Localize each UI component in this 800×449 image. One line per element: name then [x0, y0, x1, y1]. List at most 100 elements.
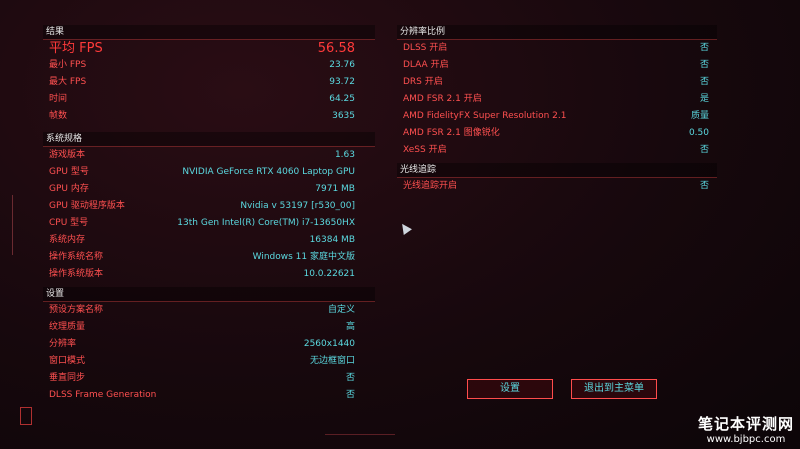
avg-fps-value: 56.58: [317, 41, 355, 56]
scaling-label: AMD FSR 2.1 图像锐化: [403, 128, 500, 138]
ray-tracing-value: 否: [699, 181, 709, 191]
stat-value: 23.76: [329, 60, 355, 70]
scaling-value: 否: [699, 60, 709, 70]
spec-label: GPU 内存: [49, 184, 89, 194]
resolution-scaling-panel: 分辨率比例 DLSS 开启否 DLAA 开启否 DRS 开启否 AMD FSR …: [397, 25, 717, 159]
spec-value: NVIDIA GeForce RTX 4060 Laptop GPU: [182, 167, 355, 177]
setting-row: 垂直同步 否: [43, 370, 375, 387]
spec-label: GPU 型号: [49, 167, 89, 177]
setting-value: 自定义: [327, 305, 355, 315]
stat-value: 3635: [332, 111, 355, 121]
ray-tracing-row: 光线追踪开启 否: [397, 178, 717, 195]
spec-label: 系统内存: [49, 235, 86, 245]
settings-panel: 设置 预设方案名称 自定义 纹理质量 高 分辨率 2560x1440 窗口模式 无边框窗…: [43, 287, 375, 404]
spec-label: 操作系统名称: [49, 252, 104, 262]
setting-label: 窗口模式: [49, 356, 86, 366]
stat-label: 时间: [49, 94, 68, 104]
spec-row: 操作系统名称 Windows 11 家庭中文版: [43, 249, 375, 266]
setting-value: 否: [345, 373, 355, 383]
scaling-value: 否: [699, 43, 709, 53]
settings-button[interactable]: 设置: [467, 379, 553, 399]
scaling-label: DLAA 开启: [403, 60, 449, 70]
scaling-label: XeSS 开启: [403, 145, 447, 155]
scaling-row: DLSS 开启 否: [397, 40, 717, 57]
scaling-value: 质量: [690, 111, 709, 121]
setting-row: 纹理质量 高: [43, 319, 375, 336]
watermark: 笔记本评测网 www.bjbpc.com: [698, 413, 794, 445]
ray-tracing-panel: 光线追踪 光线追踪开启 否: [397, 163, 717, 195]
setting-value: 否: [345, 390, 355, 400]
setting-label: 垂直同步: [49, 373, 86, 383]
resolution-scaling-header: 分辨率比例: [397, 25, 717, 40]
stat-row: 最小 FPS 23.76: [43, 57, 375, 74]
setting-label: DLSS Frame Generation: [49, 390, 157, 400]
setting-value: 高: [345, 322, 355, 332]
stat-row: 最大 FPS 93.72: [43, 74, 375, 91]
setting-row: 分辨率 2560x1440: [43, 336, 375, 353]
spec-row: GPU 内存 7971 MB: [43, 181, 375, 198]
scaling-label: AMD FidelityFX Super Resolution 2.1: [403, 111, 567, 121]
spec-label: CPU 型号: [49, 218, 89, 228]
scaling-row: AMD FSR 2.1 图像锐化 0.50: [397, 125, 717, 142]
spec-value: Nvidia v 53197 [r530_00]: [240, 201, 355, 211]
stat-label: 最小 FPS: [49, 60, 87, 70]
setting-value: 2560x1440: [303, 339, 355, 349]
settings-header: 设置: [43, 287, 375, 302]
bottom-decoration: [325, 434, 395, 439]
exit-to-main-menu-button[interactable]: 退出到主菜单: [571, 379, 657, 399]
setting-row: 预设方案名称 自定义: [43, 302, 375, 319]
spec-label: GPU 驱动程序版本: [49, 201, 125, 211]
scaling-row: AMD FidelityFX Super Resolution 2.1 质量: [397, 108, 717, 125]
scaling-row: XeSS 开启 否: [397, 142, 717, 159]
setting-value: 无边框窗口: [309, 356, 355, 366]
scaling-label: DLSS 开启: [403, 43, 448, 53]
setting-label: 纹理质量: [49, 322, 86, 332]
spec-row: 游戏版本 1.63: [43, 147, 375, 164]
watermark-title: 笔记本评测网: [697, 415, 794, 433]
stat-value: 93.72: [329, 77, 355, 87]
scaling-row: AMD FSR 2.1 开启 是: [397, 91, 717, 108]
scaling-label: DRS 开启: [403, 77, 443, 87]
scaling-value: 是: [699, 94, 709, 104]
mouse-cursor-icon: [398, 221, 412, 235]
setting-label: 预设方案名称: [49, 305, 104, 315]
spec-value: Windows 11 家庭中文版: [252, 252, 355, 262]
stat-label: 帧数: [49, 111, 68, 121]
spec-row: GPU 驱动程序版本 Nvidia v 53197 [r530_00]: [43, 198, 375, 215]
results-panel: 结果 平均 FPS 56.58 最小 FPS 23.76 最大 FPS 93.72 …: [43, 25, 375, 125]
spec-value: 16384 MB: [309, 235, 355, 245]
spec-row: 系统内存 16384 MB: [43, 232, 375, 249]
setting-label: 分辨率: [49, 339, 77, 349]
watermark-url: www.bjbpc.com: [706, 434, 786, 445]
scaling-row: DRS 开启 否: [397, 74, 717, 91]
spec-row: 操作系统版本 10.0.22621: [43, 266, 375, 283]
results-header: 结果: [43, 25, 375, 40]
spec-value: 13th Gen Intel(R) Core(TM) i7-13650HX: [177, 218, 355, 228]
spec-value: 7971 MB: [315, 184, 355, 194]
spec-label: 游戏版本: [49, 150, 86, 160]
spec-value: 10.0.22621: [303, 269, 355, 279]
scaling-label: AMD FSR 2.1 开启: [403, 94, 482, 104]
stat-value: 64.25: [329, 94, 355, 104]
spec-row: CPU 型号 13th Gen Intel(R) Core(TM) i7-1365…: [43, 215, 375, 232]
system-header: 系统规格: [43, 132, 375, 147]
scaling-value: 否: [699, 145, 709, 155]
ray-tracing-label: 光线追踪开启: [403, 181, 458, 191]
stat-label: 最大 FPS: [49, 77, 87, 87]
ray-tracing-header: 光线追踪: [397, 163, 717, 178]
scaling-value: 0.50: [688, 128, 709, 138]
spec-row: GPU 型号 NVIDIA GeForce RTX 4060 Laptop GPU: [43, 164, 375, 181]
corner-logo-icon: [20, 407, 32, 425]
setting-row: 窗口模式 无边框窗口: [43, 353, 375, 370]
spec-value: 1.63: [334, 150, 355, 160]
avg-fps-label: 平均 FPS: [49, 41, 103, 56]
side-decoration: [12, 195, 19, 255]
system-panel: 系统规格 游戏版本 1.63 GPU 型号 NVIDIA GeForce RTX 4…: [43, 132, 375, 283]
scaling-row: DLAA 开启 否: [397, 57, 717, 74]
stat-row: 帧数 3635: [43, 108, 375, 125]
scaling-value: 否: [699, 77, 709, 87]
setting-row: DLSS Frame Generation 否: [43, 387, 375, 404]
avg-fps-row: 平均 FPS 56.58: [43, 40, 375, 57]
stat-row: 时间 64.25: [43, 91, 375, 108]
spec-label: 操作系统版本: [49, 269, 104, 279]
